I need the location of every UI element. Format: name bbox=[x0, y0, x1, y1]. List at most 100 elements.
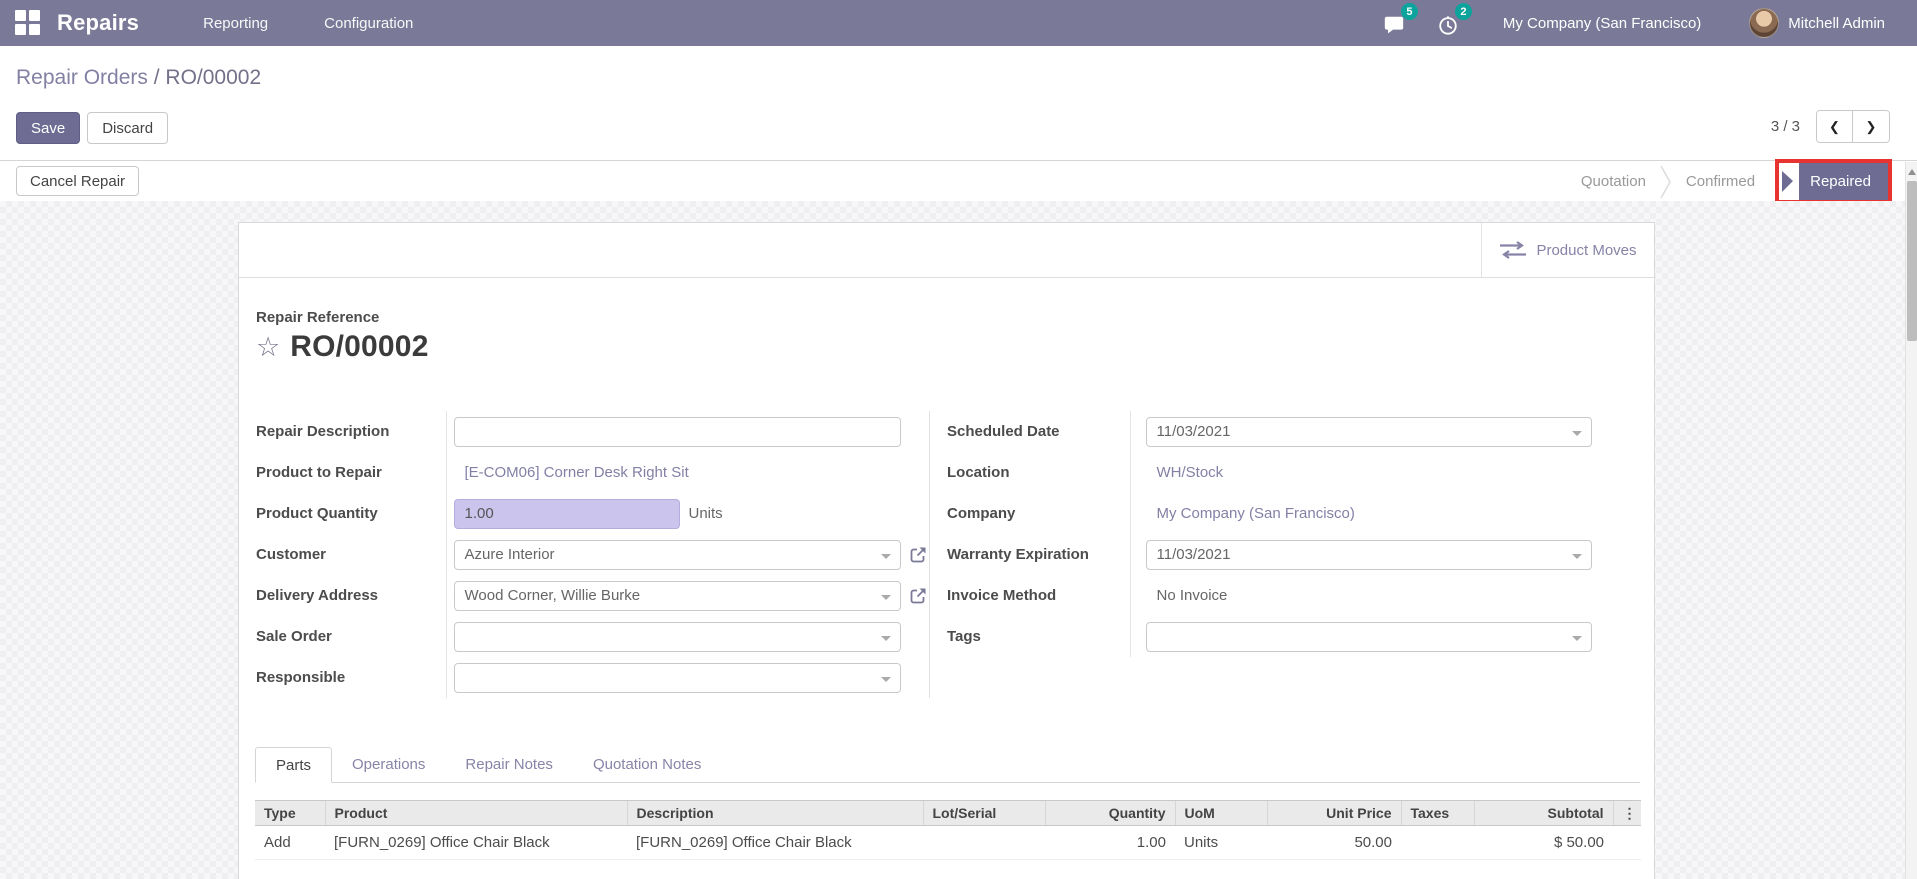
activities-count-badge: 2 bbox=[1454, 3, 1472, 20]
cell-taxes[interactable] bbox=[1401, 825, 1474, 860]
statusbar-separator-icon bbox=[1660, 165, 1672, 199]
messages-icon[interactable]: 5 bbox=[1383, 3, 1418, 36]
status-quotation[interactable]: Quotation bbox=[1567, 173, 1660, 190]
field-label: Product to Repair bbox=[256, 452, 447, 493]
column-header-uom: UoM bbox=[1174, 800, 1267, 826]
chat-bubble-icon bbox=[1384, 16, 1404, 34]
column-header-description: Description bbox=[626, 800, 923, 826]
table-row[interactable]: Add [FURN_0269] Office Chair Black [FURN… bbox=[255, 825, 1641, 860]
status-arrow-icon bbox=[1779, 163, 1800, 200]
field-label: Tags bbox=[947, 616, 1131, 657]
product-to-repair-link[interactable]: [E-COM06] Corner Desk Right Sit bbox=[465, 464, 689, 481]
column-header-quantity: Quantity bbox=[1044, 800, 1175, 826]
cancel-repair-button[interactable]: Cancel Repair bbox=[16, 166, 140, 196]
external-link-icon[interactable] bbox=[908, 586, 928, 606]
control-panel: Repair Orders / RO/00002 Save Discard 3 … bbox=[0, 46, 1917, 161]
pager-previous-button[interactable]: ❮ bbox=[1817, 111, 1853, 142]
systray: 5 2 My Company (San Francisco) Mitchell … bbox=[1355, 3, 1885, 38]
field-label: Warranty Expiration bbox=[947, 534, 1131, 575]
favorite-star-icon[interactable]: ☆ bbox=[256, 333, 280, 361]
tab-quotation-notes[interactable]: Quotation Notes bbox=[573, 746, 721, 782]
table-header-row: Type Product Description Lot/Serial Quan… bbox=[255, 800, 1641, 826]
pager: 3 / 3 ❮ ❯ bbox=[1771, 110, 1890, 143]
field-label: Delivery Address bbox=[256, 575, 447, 616]
repair-reference-label: Repair Reference bbox=[256, 309, 380, 326]
breadcrumb-separator: / bbox=[147, 66, 166, 89]
responsible-input[interactable] bbox=[453, 662, 901, 693]
cell-uom[interactable]: Units bbox=[1175, 825, 1267, 860]
optional-columns-icon[interactable]: ⋮ bbox=[1612, 800, 1641, 826]
discard-button[interactable]: Discard bbox=[87, 112, 169, 144]
scheduled-date-input[interactable]: 11/03/2021 bbox=[1145, 416, 1592, 447]
customer-input[interactable]: Azure Interior bbox=[453, 539, 901, 570]
delivery-address-input[interactable]: Wood Corner, Willie Burke bbox=[453, 580, 901, 611]
user-avatar[interactable] bbox=[1749, 8, 1780, 38]
left-field-group: Repair Description Product to Repair [E-… bbox=[256, 411, 930, 698]
form-header: Cancel Repair Quotation Confirmed Repair… bbox=[0, 159, 1905, 204]
cell-subtotal[interactable]: $ 50.00 bbox=[1474, 825, 1613, 860]
warranty-expiration-input[interactable]: 11/03/2021 bbox=[1145, 539, 1592, 570]
invoice-method-value: No Invoice bbox=[1156, 587, 1228, 604]
statusbar: Quotation Confirmed Repaired bbox=[1567, 159, 1892, 204]
location-link[interactable]: WH/Stock bbox=[1157, 464, 1224, 481]
product-moves-label: Product Moves bbox=[1536, 241, 1637, 259]
annotation-highlight-box: Repaired bbox=[1775, 159, 1892, 204]
repair-description-input[interactable] bbox=[453, 416, 901, 447]
vertical-scrollbar[interactable] bbox=[1905, 162, 1917, 879]
company-switcher[interactable]: My Company (San Francisco) bbox=[1503, 15, 1701, 32]
menu-configuration[interactable]: Configuration bbox=[324, 15, 413, 32]
field-groups: Repair Description Product to Repair [E-… bbox=[256, 411, 1641, 698]
status-repaired[interactable]: Repaired bbox=[1779, 163, 1888, 200]
field-label: Responsible bbox=[256, 657, 447, 698]
app-name[interactable]: Repairs bbox=[57, 10, 139, 36]
dropdown-caret-icon bbox=[880, 635, 891, 641]
field-label: Company bbox=[947, 493, 1131, 534]
cell-type[interactable]: Add bbox=[255, 825, 325, 860]
product-quantity-input[interactable]: 1.00 bbox=[453, 498, 680, 529]
user-menu[interactable]: Mitchell Admin bbox=[1788, 15, 1885, 32]
pager-count: 3 / 3 bbox=[1770, 118, 1800, 135]
tab-operations[interactable]: Operations bbox=[332, 746, 445, 782]
product-moves-button[interactable]: Product Moves bbox=[1481, 223, 1654, 277]
dropdown-caret-icon bbox=[1571, 635, 1582, 641]
cell-product[interactable]: [FURN_0269] Office Chair Black bbox=[325, 825, 627, 860]
column-header-taxes: Taxes bbox=[1400, 800, 1474, 826]
dropdown-caret-icon bbox=[880, 676, 891, 682]
column-header-product: Product bbox=[324, 800, 627, 826]
external-link-icon[interactable] bbox=[908, 545, 928, 565]
breadcrumb-parent[interactable]: Repair Orders bbox=[16, 66, 148, 89]
dropdown-caret-icon bbox=[1571, 430, 1582, 436]
notebook-tabs: Parts Operations Repair Notes Quotation … bbox=[255, 746, 1640, 783]
pager-next-button[interactable]: ❯ bbox=[1853, 111, 1889, 142]
scrollbar-thumb[interactable] bbox=[1907, 181, 1917, 341]
tab-repair-notes[interactable]: Repair Notes bbox=[445, 746, 573, 782]
scroll-up-arrow-icon[interactable] bbox=[1906, 165, 1917, 179]
uom-suffix: Units bbox=[688, 505, 723, 522]
top-navbar: Repairs Reporting Configuration 5 2 My C… bbox=[0, 0, 1917, 46]
cell-lot-serial[interactable] bbox=[923, 825, 1045, 860]
cell-description[interactable]: [FURN_0269] Office Chair Black bbox=[627, 825, 923, 860]
messages-count-badge: 5 bbox=[1400, 3, 1418, 20]
dropdown-caret-icon bbox=[880, 553, 891, 559]
field-label: Repair Description bbox=[256, 411, 447, 452]
menu-reporting[interactable]: Reporting bbox=[203, 15, 268, 32]
apps-menu-icon[interactable] bbox=[15, 10, 41, 36]
sale-order-input[interactable] bbox=[453, 621, 901, 652]
tags-input[interactable] bbox=[1145, 621, 1592, 652]
right-field-group: Scheduled Date 11/03/2021 Location WH/St… bbox=[947, 411, 1641, 657]
status-confirmed[interactable]: Confirmed bbox=[1672, 173, 1769, 190]
save-button[interactable]: Save bbox=[16, 112, 81, 144]
company-link[interactable]: My Company (San Francisco) bbox=[1157, 505, 1355, 522]
clock-icon bbox=[1439, 16, 1457, 35]
cell-unit-price[interactable]: 50.00 bbox=[1267, 825, 1401, 860]
activities-icon[interactable]: 2 bbox=[1437, 3, 1472, 36]
tab-parts[interactable]: Parts bbox=[255, 747, 333, 783]
field-label: Scheduled Date bbox=[947, 411, 1131, 452]
cell-options bbox=[1613, 825, 1641, 860]
field-label: Invoice Method bbox=[947, 575, 1131, 616]
record-title: RO/00002 bbox=[290, 330, 429, 363]
status-repaired-label: Repaired bbox=[1799, 163, 1888, 200]
cell-quantity[interactable]: 1.00 bbox=[1045, 825, 1175, 860]
field-label: Sale Order bbox=[256, 616, 447, 657]
breadcrumb: Repair Orders / RO/00002 bbox=[16, 66, 261, 90]
